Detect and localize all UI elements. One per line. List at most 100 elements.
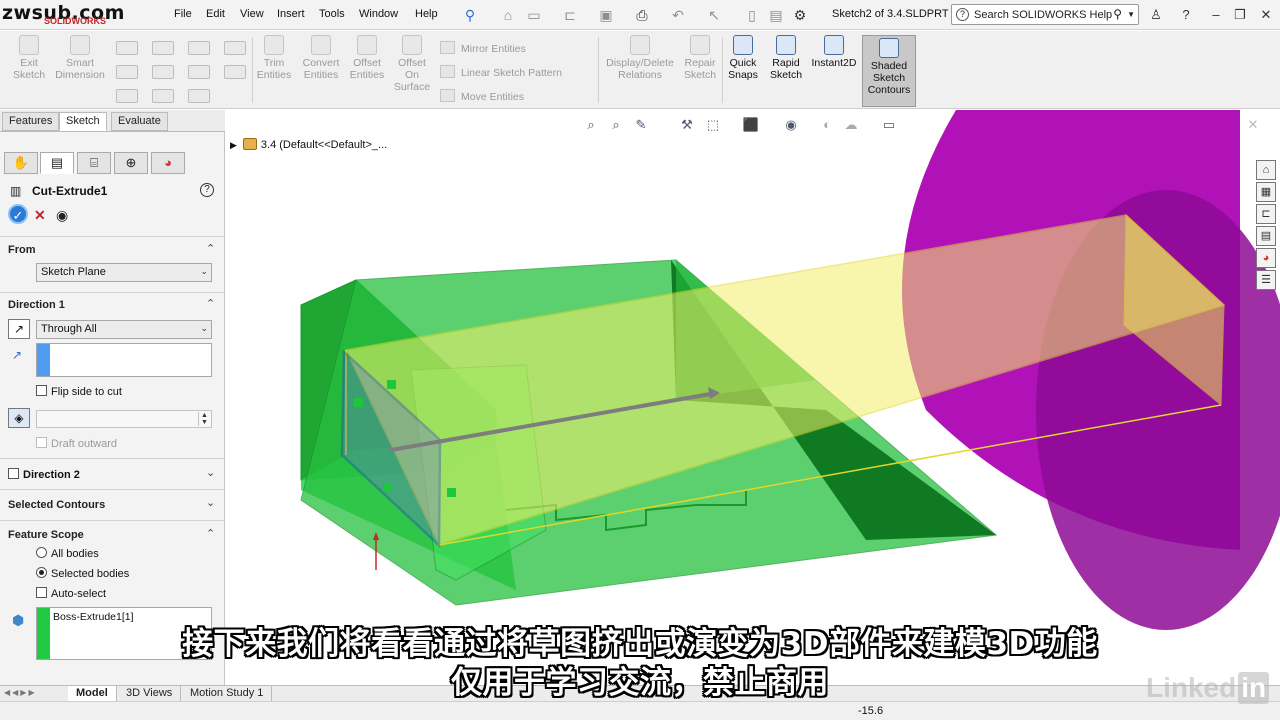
view-palette-icon[interactable]: ▤: [1256, 226, 1276, 246]
direction2-group[interactable]: Direction 2: [8, 468, 80, 481]
instant2d-button[interactable]: Instant2D: [808, 35, 860, 69]
point-tool-icon[interactable]: [188, 89, 210, 103]
design-library-icon[interactable]: ▦: [1256, 182, 1276, 202]
selected-contours-title[interactable]: Selected Contours: [8, 499, 105, 511]
radio-circle[interactable]: [36, 567, 47, 578]
line-tool-icon[interactable]: [116, 41, 138, 55]
save-icon[interactable]: ▣: [598, 7, 614, 23]
rapid-sketch-icon: [776, 35, 796, 55]
draft-on-off-icon[interactable]: ◈: [8, 408, 30, 428]
polygon-tool-icon[interactable]: [188, 65, 210, 79]
convert-entities-button[interactable]: Convert Entities: [296, 35, 346, 81]
draft-outward-checkbox[interactable]: Draft outward: [36, 437, 117, 450]
circle-tool-icon[interactable]: [152, 41, 174, 55]
all-bodies-radio[interactable]: All bodies: [36, 547, 99, 560]
plane-tool-icon[interactable]: [224, 41, 246, 55]
print-icon[interactable]: ⎙: [634, 7, 650, 23]
search-icon[interactable]: ⚲: [1113, 7, 1122, 21]
linear-sketch-pattern-button[interactable]: Linear Sketch Pattern: [440, 65, 562, 79]
checkbox-box[interactable]: [36, 385, 47, 396]
cancel-icon[interactable]: ✕: [34, 207, 46, 224]
detailed-preview-eye-icon[interactable]: ◉: [56, 207, 68, 224]
rebuild-icon[interactable]: ▯: [744, 7, 760, 23]
spline-tool-icon[interactable]: [188, 41, 210, 55]
slot-tool-icon[interactable]: [152, 65, 174, 79]
property-manager-icon[interactable]: ▤: [40, 152, 74, 174]
checkbox-box[interactable]: [36, 437, 47, 448]
tab-features[interactable]: Features: [2, 112, 60, 131]
chevron-up-icon[interactable]: ⌃: [206, 242, 215, 255]
chevron-down-icon[interactable]: ⌄: [206, 496, 215, 509]
rapid-sketch-button[interactable]: Rapid Sketch: [766, 35, 806, 81]
draft-angle-spinner[interactable]: ▲ ▼: [36, 410, 212, 428]
reverse-direction-icon[interactable]: ↗: [8, 319, 30, 339]
mirror-entities-button[interactable]: Mirror Entities: [440, 41, 526, 55]
menu-edit[interactable]: Edit: [206, 8, 225, 20]
dimxpert-manager-icon[interactable]: ⊕: [114, 152, 148, 174]
display-manager-icon[interactable]: ◕: [151, 152, 185, 174]
help-icon[interactable]: ?: [1177, 6, 1195, 24]
arc-tool-icon[interactable]: [116, 89, 138, 103]
menu-view[interactable]: View: [240, 8, 264, 20]
shaded-sketch-contours-button[interactable]: Shaded Sketch Contours: [862, 35, 916, 107]
menu-insert[interactable]: Insert: [277, 8, 305, 20]
appearances-icon[interactable]: ◕: [1256, 248, 1276, 268]
trim-entities-button[interactable]: Trim Entities: [254, 35, 294, 81]
checkbox-box[interactable]: [8, 468, 19, 479]
user-icon[interactable]: ♙: [1147, 6, 1165, 24]
file-explorer-icon[interactable]: ⊏: [1256, 204, 1276, 224]
menu-tools[interactable]: Tools: [319, 8, 345, 20]
auto-select-checkbox[interactable]: Auto-select: [36, 587, 106, 600]
undo-icon[interactable]: ↶: [670, 7, 686, 23]
home-icon[interactable]: ⌂: [500, 7, 516, 23]
flip-side-to-cut-checkbox[interactable]: Flip side to cut: [36, 385, 122, 398]
restore-icon[interactable]: ❐: [1231, 6, 1249, 24]
menu-help[interactable]: Help: [415, 8, 438, 20]
fillet-tool-icon[interactable]: [152, 89, 174, 103]
move-entities-button[interactable]: Move Entities: [440, 89, 524, 103]
spinner-arrows-icon[interactable]: ▲ ▼: [198, 412, 210, 426]
offset-on-surface-button[interactable]: Offset On Surface: [390, 35, 434, 93]
display-delete-relations-button[interactable]: Display/Delete Relations: [602, 35, 678, 81]
chevron-up-icon[interactable]: ⌃: [206, 297, 215, 310]
smart-dimension-button[interactable]: Smart Dimension: [50, 35, 110, 81]
open-icon[interactable]: ⊏: [562, 7, 578, 23]
menu-file[interactable]: File: [174, 8, 192, 20]
from-dropdown[interactable]: Sketch Plane ⌄: [36, 263, 212, 282]
menu-window[interactable]: Window: [359, 8, 398, 20]
sw-resources-icon[interactable]: ⌂: [1256, 160, 1276, 180]
repair-sketch-button[interactable]: Repair Sketch: [680, 35, 720, 81]
selected-bodies-radio[interactable]: Selected bodies: [36, 567, 129, 580]
end-condition-dropdown[interactable]: Through All ⌄: [36, 320, 212, 339]
quick-snaps-button[interactable]: Quick Snaps: [724, 35, 762, 81]
exit-sketch-icon: [19, 35, 39, 55]
search-input[interactable]: Search SOLIDWORKS Help: [974, 9, 1112, 21]
new-document-icon[interactable]: ▭: [526, 7, 542, 23]
from-value: Sketch Plane: [41, 266, 106, 278]
feature-manager-icon[interactable]: ✋: [4, 152, 38, 174]
graphics-area[interactable]: ▶ 3.4 (Default<<Default>_... ⌕ ⌕ ✎ ⚒ ⬚ ⬛ …: [226, 110, 1280, 685]
tab-evaluate[interactable]: Evaluate: [111, 112, 168, 131]
options-gear-icon[interactable]: ⚙: [792, 7, 808, 23]
close-icon[interactable]: ✕: [1257, 6, 1275, 24]
custom-properties-icon[interactable]: ☰: [1256, 270, 1276, 290]
file-properties-icon[interactable]: ▤: [768, 7, 784, 23]
tab-sketch[interactable]: Sketch: [59, 112, 107, 131]
rectangle-tool-icon[interactable]: [116, 65, 138, 79]
exit-sketch-button[interactable]: Exit Sketch: [8, 35, 50, 81]
search-help-box[interactable]: ? Search SOLIDWORKS Help ⚲ ▼: [951, 4, 1139, 25]
pin-icon[interactable]: ⚲: [462, 7, 478, 23]
ok-check-icon[interactable]: ✓: [8, 204, 28, 224]
chevron-down-icon[interactable]: ⌄: [206, 466, 215, 479]
checkbox-box[interactable]: [36, 587, 47, 598]
text-tool-icon[interactable]: [224, 65, 246, 79]
chevron-down-icon[interactable]: ▼: [1127, 10, 1135, 19]
configuration-manager-icon[interactable]: ⌸: [77, 152, 111, 174]
chevron-up-icon[interactable]: ⌃: [206, 527, 215, 540]
radio-circle[interactable]: [36, 547, 47, 558]
offset-entities-button[interactable]: Offset Entities: [346, 35, 388, 81]
select-icon[interactable]: ↖: [706, 7, 722, 23]
help-icon[interactable]: ?: [200, 183, 214, 197]
minimize-icon[interactable]: –: [1207, 6, 1225, 24]
direction-selection-box[interactable]: [36, 343, 212, 377]
